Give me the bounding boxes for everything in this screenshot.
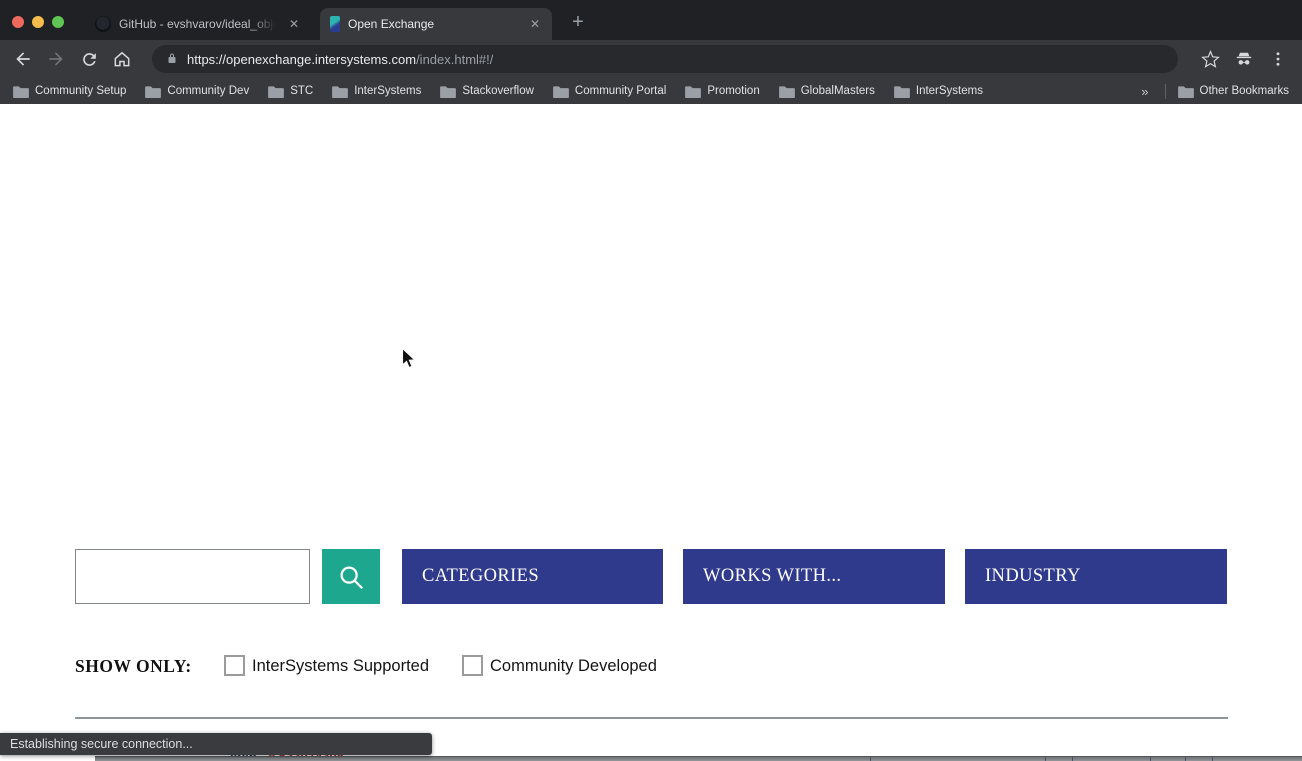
- bookmark-folder-promotion[interactable]: Promotion: [685, 85, 759, 98]
- browser-toolbar: https://openexchange.intersystems.com/in…: [0, 40, 1302, 78]
- github-favicon-icon: [95, 16, 111, 32]
- bookmark-label: STC: [290, 85, 313, 97]
- tab-github[interactable]: GitHub - evshvarov/ideal_objec ✕: [85, 8, 311, 40]
- search-icon: [336, 562, 366, 592]
- column-divider: [870, 757, 871, 761]
- search-input[interactable]: [75, 549, 310, 604]
- bookmarks-overflow-chevron[interactable]: »: [1137, 84, 1152, 99]
- intersystems-supported-checkbox[interactable]: [224, 655, 245, 676]
- page-content: CATEGORIES WORKS WITH... INDUSTRY SHOW O…: [0, 104, 1302, 761]
- reload-icon[interactable]: [74, 44, 104, 74]
- bookmark-label: Other Bookmarks: [1200, 85, 1289, 97]
- lock-icon: [166, 52, 178, 66]
- categories-dropdown-button[interactable]: CATEGORIES: [402, 549, 663, 604]
- url-path: /index.html#!/: [416, 52, 493, 67]
- column-divider: [1212, 757, 1213, 761]
- bookmarks-separator: [1165, 84, 1166, 99]
- works-with-dropdown-button[interactable]: WORKS WITH...: [683, 549, 945, 604]
- column-divider: [1045, 757, 1046, 761]
- url-text: https://openexchange.intersystems.com/in…: [187, 52, 493, 67]
- close-window-button[interactable]: [12, 16, 24, 28]
- tab-title: Open Exchange: [348, 17, 520, 31]
- search-button[interactable]: [322, 549, 380, 604]
- mouse-cursor-icon: [401, 347, 417, 370]
- folder-icon: [685, 85, 701, 98]
- bookmark-folder-globalmasters[interactable]: GlobalMasters: [779, 85, 875, 98]
- bookmark-folder-stackoverflow[interactable]: Stackoverflow: [440, 85, 534, 98]
- incognito-icon: [1230, 45, 1258, 73]
- status-bubble: Establishing secure connection...: [0, 733, 432, 755]
- tab-strip: GitHub - evshvarov/ideal_objec ✕ Open Ex…: [0, 0, 1302, 40]
- url-host: https://openexchange.intersystems.com: [187, 52, 416, 67]
- tab-close-icon[interactable]: ✕: [528, 16, 542, 32]
- community-developed-checkbox[interactable]: [462, 655, 483, 676]
- bookmark-label: GlobalMasters: [801, 85, 875, 97]
- bookmark-label: Promotion: [707, 85, 759, 97]
- bookmarks-bar: Community Setup Community Dev STC InterS…: [0, 78, 1302, 104]
- window-controls: [12, 16, 64, 28]
- bookmark-star-icon[interactable]: [1196, 45, 1224, 73]
- folder-icon: [268, 85, 284, 98]
- bookmarks-bar-right: » Other Bookmarks: [1137, 84, 1289, 99]
- content-divider: [75, 717, 1228, 719]
- tab-open-exchange[interactable]: Open Exchange ✕: [320, 8, 552, 40]
- bookmark-folder-intersystems-1[interactable]: InterSystems: [332, 85, 421, 98]
- bookmark-folder-stc[interactable]: STC: [268, 85, 313, 98]
- new-tab-button[interactable]: +: [564, 9, 592, 37]
- folder-icon: [332, 85, 348, 98]
- bookmark-label: Community Setup: [35, 85, 126, 97]
- folder-icon: [440, 85, 456, 98]
- community-developed-label: Community Developed: [490, 657, 657, 676]
- tab-title: GitHub - evshvarov/ideal_objec: [119, 17, 279, 31]
- folder-icon: [894, 85, 910, 98]
- column-divider: [1072, 757, 1073, 761]
- minimize-window-button[interactable]: [32, 16, 44, 28]
- bookmark-label: Community Portal: [575, 85, 666, 97]
- column-divider: [1185, 757, 1186, 761]
- browser-window: GitHub - evshvarov/ideal_objec ✕ Open Ex…: [0, 0, 1302, 761]
- menu-kebab-icon[interactable]: [1264, 45, 1292, 73]
- tab-close-icon[interactable]: ✕: [287, 16, 301, 32]
- address-bar[interactable]: https://openexchange.intersystems.com/in…: [152, 45, 1178, 73]
- forward-icon[interactable]: [41, 44, 71, 74]
- bookmark-label: Community Dev: [167, 85, 249, 97]
- bookmark-label: InterSystems: [354, 85, 421, 97]
- bookmark-folder-intersystems-2[interactable]: InterSystems: [894, 85, 983, 98]
- column-divider: [1150, 757, 1151, 761]
- bookmark-label: Stackoverflow: [462, 85, 534, 97]
- folder-icon: [145, 85, 161, 98]
- show-only-label: SHOW ONLY:: [75, 656, 192, 677]
- intersystems-supported-label: InterSystems Supported: [252, 657, 429, 676]
- clipped-row-top-edge: [95, 756, 1302, 761]
- folder-icon: [1178, 85, 1194, 98]
- back-icon[interactable]: [8, 44, 38, 74]
- bookmark-label: InterSystems: [916, 85, 983, 97]
- other-bookmarks-folder[interactable]: Other Bookmarks: [1178, 85, 1289, 98]
- folder-icon: [779, 85, 795, 98]
- bookmark-folder-community-dev[interactable]: Community Dev: [145, 85, 249, 98]
- folder-icon: [553, 85, 569, 98]
- bookmark-folder-community-setup[interactable]: Community Setup: [13, 85, 126, 98]
- open-exchange-favicon-icon: [330, 16, 340, 32]
- industry-dropdown-button[interactable]: INDUSTRY: [965, 549, 1227, 604]
- bookmark-folder-community-portal[interactable]: Community Portal: [553, 85, 666, 98]
- folder-icon: [13, 85, 29, 98]
- fullscreen-window-button[interactable]: [52, 16, 64, 28]
- home-icon[interactable]: [107, 44, 137, 74]
